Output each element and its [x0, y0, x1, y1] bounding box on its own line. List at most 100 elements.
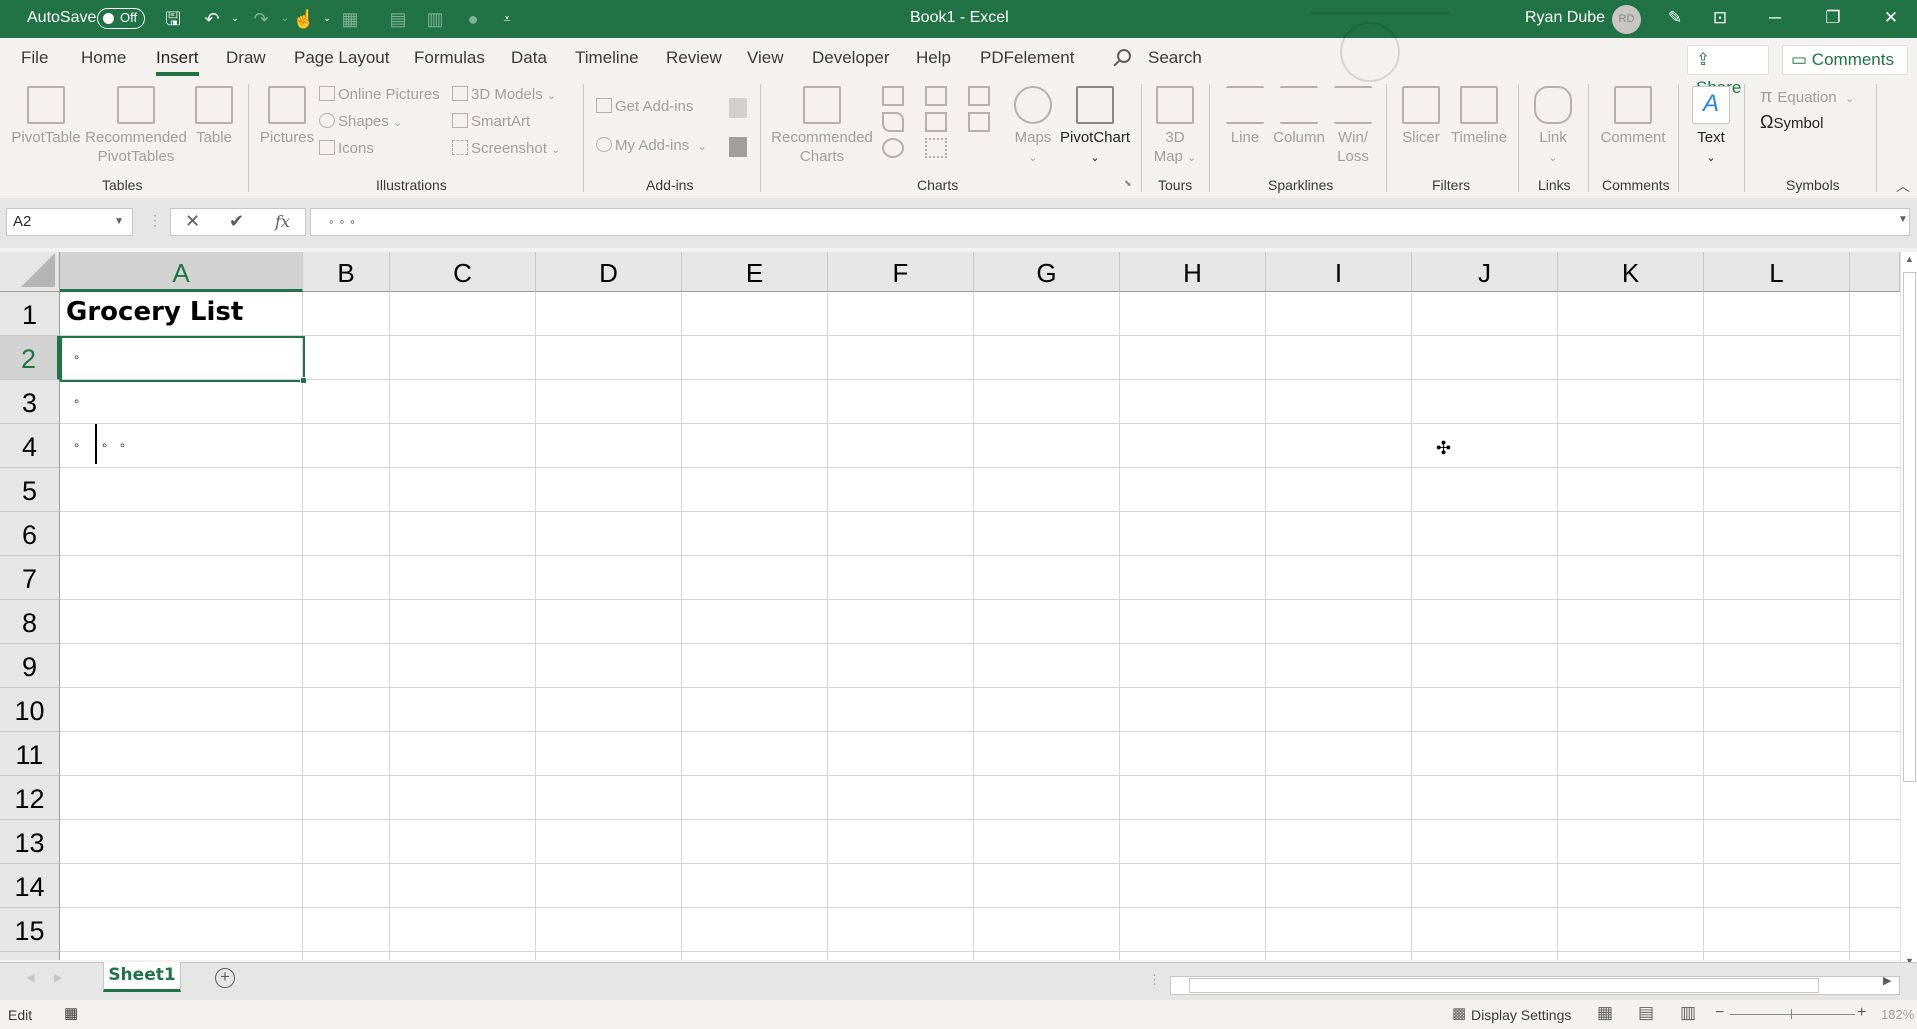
tab-file[interactable]: File — [21, 48, 48, 68]
column-header-k[interactable]: K — [1558, 252, 1704, 292]
user-name[interactable]: Ryan Dube — [1525, 0, 1605, 38]
get-addins-button[interactable]: Get Add-ins — [596, 98, 693, 115]
column-header-d[interactable]: D — [536, 252, 682, 292]
waterfall-chart-icon[interactable] — [968, 86, 990, 106]
page-break-view-icon[interactable]: ▥ — [1680, 1003, 1696, 1023]
scatter-chart-icon[interactable] — [925, 138, 947, 158]
tab-view[interactable]: View — [747, 48, 784, 68]
vertical-scrollbar[interactable]: ▲ ▼ — [1900, 252, 1917, 970]
sheet-tab-sheet1[interactable]: Sheet1 — [103, 962, 181, 992]
tab-developer[interactable]: Developer — [812, 48, 890, 68]
3d-map-button[interactable]: 3D Map ⌄ — [1151, 84, 1199, 168]
combo-chart-icon[interactable] — [968, 112, 990, 132]
search-box[interactable]: Search — [1148, 48, 1202, 68]
fill-handle[interactable] — [300, 377, 307, 384]
sparkline-line-button[interactable]: Line — [1220, 84, 1270, 147]
pivotchart-button[interactable]: PivotChart ⌄ — [1058, 84, 1132, 168]
column-chart-icon[interactable] — [882, 86, 904, 106]
row-header-9[interactable]: 9 — [0, 644, 60, 688]
cell-a4-after-caret[interactable]: ◦ ◦ — [102, 437, 125, 454]
scroll-thumb[interactable] — [1903, 272, 1916, 782]
form-icon[interactable]: ▦ — [337, 6, 363, 32]
symbol-button[interactable]: ΩSymbol — [1760, 112, 1824, 133]
restore-icon[interactable]: ❐ — [1810, 0, 1856, 38]
zoom-level[interactable]: 182% — [1881, 1007, 1914, 1022]
tab-review[interactable]: Review — [666, 48, 722, 68]
row-header-3[interactable]: 3 — [0, 380, 60, 424]
cancel-icon[interactable]: ✕ — [185, 211, 200, 232]
text-button[interactable]: A Text ⌄ — [1690, 84, 1732, 168]
column-header-h[interactable]: H — [1120, 252, 1266, 292]
display-settings-icon[interactable]: ▩ — [1452, 1004, 1466, 1022]
row-header-15[interactable]: 15 — [0, 908, 60, 952]
tab-home[interactable]: Home — [81, 48, 126, 68]
row-header-8[interactable]: 8 — [0, 600, 60, 644]
zoom-out-button[interactable]: − — [1715, 1004, 1724, 1022]
zoom-slider-thumb[interactable] — [1791, 1009, 1792, 1019]
formula-input[interactable]: ◦◦◦ — [310, 208, 1910, 236]
accessibility-icon[interactable]: ▦ — [64, 1004, 78, 1022]
name-box[interactable]: A2 ▼ — [6, 208, 133, 236]
screenshot-button[interactable]: Screenshot ⌄ — [452, 140, 560, 157]
column-header-a[interactable]: A — [60, 252, 303, 292]
row-header-14[interactable]: 14 — [0, 864, 60, 908]
column-header-l[interactable]: L — [1704, 252, 1850, 292]
row-header-5[interactable]: 5 — [0, 468, 60, 512]
autosave-toggle[interactable]: Off — [97, 8, 145, 29]
prev-sheet-icon[interactable]: ◀ — [26, 971, 34, 984]
sparkline-winloss-button[interactable]: Win/Loss — [1328, 84, 1378, 166]
column-header-i[interactable]: I — [1266, 252, 1412, 292]
tab-draw[interactable]: Draw — [226, 48, 266, 68]
normal-view-icon[interactable]: ▦ — [1597, 1003, 1613, 1023]
tab-insert[interactable]: Insert — [156, 48, 199, 76]
bing-icon[interactable] — [729, 98, 747, 118]
row-header-12[interactable]: 12 — [0, 776, 60, 820]
splitter-handle[interactable]: ⋮ — [148, 212, 162, 229]
icons-button[interactable]: Icons — [319, 140, 374, 157]
row-header-6[interactable]: 6 — [0, 512, 60, 556]
tab-data[interactable]: Data — [511, 48, 547, 68]
online-pictures-button[interactable]: Online Pictures — [319, 86, 440, 103]
line-chart-icon[interactable] — [882, 112, 904, 132]
horizontal-scrollbar[interactable] — [1170, 976, 1900, 995]
add-sheet-icon[interactable]: + — [215, 968, 235, 988]
row-header-13[interactable]: 13 — [0, 820, 60, 864]
pictures-button[interactable]: Pictures — [258, 84, 316, 147]
row-header-11[interactable]: 11 — [0, 732, 60, 776]
comment-button[interactable]: Comment — [1598, 84, 1668, 147]
column-header-c[interactable]: C — [390, 252, 536, 292]
tab-pdfelement[interactable]: PDFelement — [980, 48, 1074, 68]
pie-chart-icon[interactable] — [882, 138, 904, 158]
page-layout-view-icon[interactable]: ▤ — [1638, 1003, 1654, 1023]
comments-button[interactable]: ▭ Comments — [1782, 45, 1908, 75]
pen-icon[interactable]: ✎ — [1652, 0, 1698, 38]
row-header-16[interactable]: 16 — [0, 952, 60, 960]
expand-formula-bar-icon[interactable]: ▼ — [1898, 214, 1908, 225]
scroll-right-icon[interactable]: ▶ — [1883, 974, 1891, 987]
dialog-launcher-icon[interactable]: ⬊ — [1124, 178, 1132, 189]
column-header-f[interactable]: F — [828, 252, 974, 292]
table-button[interactable]: Table — [192, 84, 236, 147]
cell-a3[interactable]: ◦ — [74, 393, 79, 410]
row-header-10[interactable]: 10 — [0, 688, 60, 732]
search-icon[interactable] — [1117, 49, 1131, 63]
collapse-ribbon-icon[interactable]: ︿ — [1896, 176, 1910, 196]
share-button[interactable]: ⇪ Share — [1687, 45, 1769, 97]
column-header-e[interactable]: E — [682, 252, 828, 292]
equation-button[interactable]: π Equation ⌄ — [1760, 86, 1854, 107]
statistic-chart-icon[interactable] — [925, 112, 947, 132]
row-header-7[interactable]: 7 — [0, 556, 60, 600]
pivottable-button[interactable]: PivotTable — [10, 84, 82, 147]
select-all-button[interactable] — [0, 252, 60, 292]
cell-a4[interactable]: ◦ — [74, 437, 79, 454]
zoom-slider[interactable] — [1730, 1014, 1855, 1015]
avatar[interactable]: RD — [1612, 5, 1641, 34]
recommended-pivottables-button[interactable]: Recommended PivotTables — [84, 84, 188, 166]
link-button[interactable]: Link ⌄ — [1527, 84, 1579, 168]
enter-icon[interactable]: ✔ — [229, 211, 244, 232]
undo-dropdown-icon[interactable]: ⌄ — [222, 6, 248, 32]
close-icon[interactable]: ✕ — [1868, 0, 1914, 38]
chevron-down-icon[interactable]: ▼ — [114, 209, 124, 235]
cell-a1[interactable]: Grocery List — [66, 297, 243, 327]
next-sheet-icon[interactable]: ▶ — [54, 971, 62, 984]
